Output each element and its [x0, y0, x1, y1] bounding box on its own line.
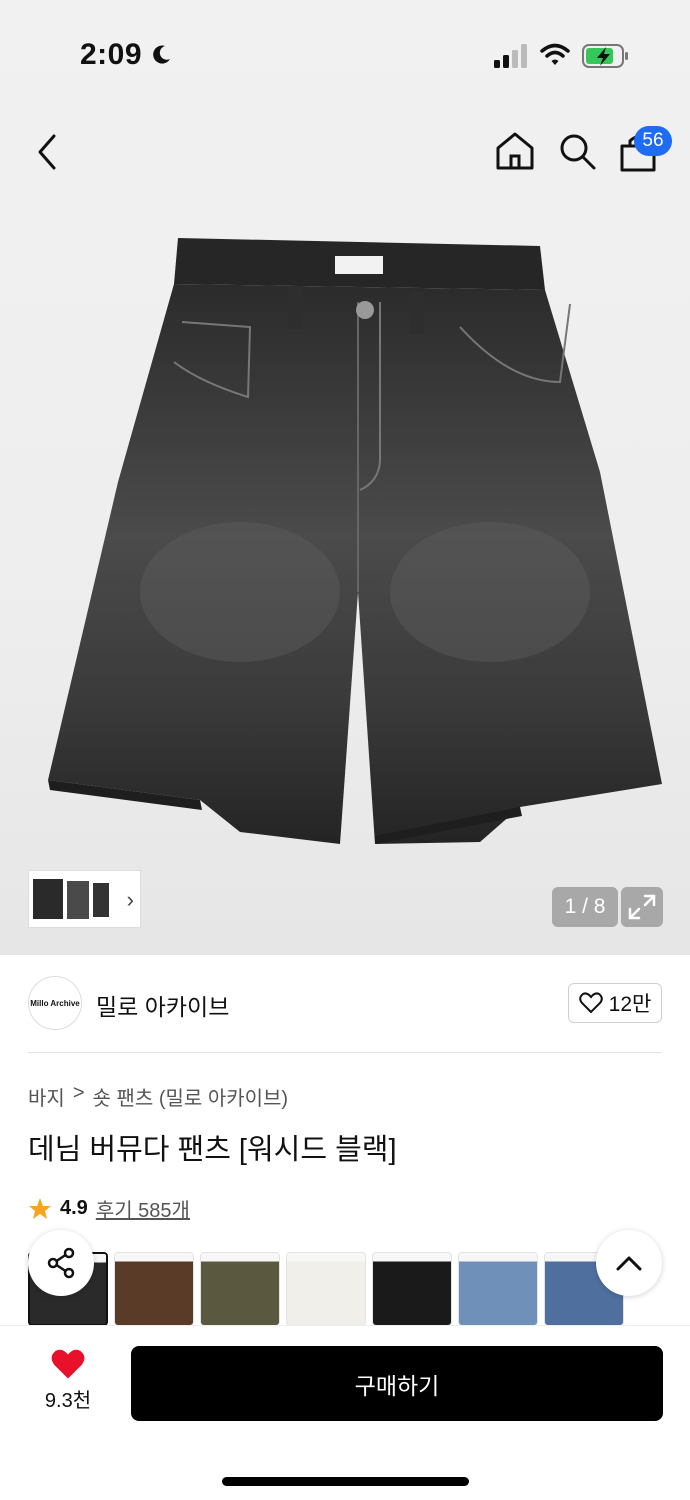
thumbnail-image — [33, 879, 109, 919]
brand-name[interactable]: 밀로 아카이브 — [96, 988, 229, 1022]
chevron-up-icon — [616, 1256, 642, 1271]
status-time: 2:09 — [80, 38, 143, 71]
breadcrumb-separator: > — [72, 1082, 85, 1104]
color-swatch[interactable] — [114, 1252, 194, 1326]
page-counter: 1 / 8 — [552, 887, 618, 927]
breadcrumb-subcategory[interactable]: 숏 팬츠 (밀로 아카이브) — [93, 1082, 289, 1111]
divider — [28, 1052, 662, 1053]
expand-icon[interactable] — [621, 887, 663, 927]
rating-row: 4.9 후기 585개 — [28, 1194, 190, 1223]
rating-value: 4.9 — [60, 1197, 88, 1219]
share-icon — [47, 1247, 75, 1279]
chevron-right-icon: › — [126, 887, 134, 912]
search-icon[interactable] — [556, 130, 598, 172]
thumbnail-strip[interactable]: › — [28, 870, 141, 928]
back-icon[interactable] — [30, 130, 66, 174]
breadcrumb-category[interactable]: 바지 — [28, 1082, 65, 1111]
share-button[interactable] — [28, 1230, 94, 1296]
cart-count-badge: 56 — [634, 126, 672, 156]
home-icon[interactable] — [494, 130, 536, 172]
brand-logo[interactable]: Millo Archive — [28, 976, 82, 1030]
brand-like-button[interactable]: 12만 — [568, 983, 662, 1023]
product-title: 데님 버뮤다 팬츠 [워시드 블랙] — [28, 1134, 397, 1166]
signal-icon — [494, 44, 527, 68]
wifi-icon — [540, 43, 570, 65]
product-image[interactable] — [40, 232, 670, 852]
heart-filled-icon — [51, 1349, 85, 1379]
buy-button[interactable]: 구매하기 — [131, 1346, 663, 1421]
star-icon — [29, 1197, 51, 1219]
color-swatch[interactable] — [372, 1252, 452, 1326]
product-like-count: 9.3천 — [44, 1390, 92, 1412]
brand-like-count: 12만 — [608, 993, 652, 1016]
color-swatches — [28, 1252, 690, 1326]
heart-outline-icon — [578, 992, 603, 1014]
color-swatch[interactable] — [286, 1252, 366, 1326]
review-link[interactable]: 후기 585개 — [96, 1194, 190, 1223]
product-like-button[interactable]: 9.3천 — [28, 1348, 108, 1413]
moon-icon — [153, 45, 170, 64]
color-swatch[interactable] — [458, 1252, 538, 1326]
home-indicator — [222, 1477, 469, 1486]
battery-charging-icon — [582, 44, 628, 68]
breadcrumb: 바지 > 숏 팬츠 (밀로 아카이브) — [28, 1082, 288, 1111]
scroll-top-button[interactable] — [596, 1230, 662, 1296]
color-swatch[interactable] — [200, 1252, 280, 1326]
